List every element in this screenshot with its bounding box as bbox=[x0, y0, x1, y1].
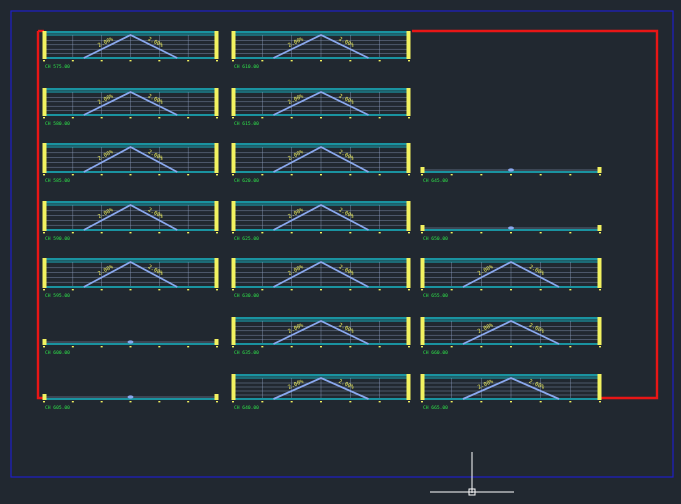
drawing-canvas[interactable]: 2.00% 2.00%CH 575.00 2.00% 2.00%CH 580.00 2.… bbox=[0, 0, 681, 504]
section-caption: CH 645.00 bbox=[423, 178, 448, 184]
section-9: 2.00% 2.00%CH 620.00 bbox=[231, 143, 411, 184]
section-caption: CH 605.00 bbox=[45, 405, 70, 411]
road-profile bbox=[508, 168, 514, 172]
section-11: 2.00% 2.00%CH 630.00 bbox=[231, 258, 411, 299]
section-caption: CH 580.00 bbox=[45, 121, 70, 127]
section-caption: CH 655.00 bbox=[423, 293, 448, 299]
section-caption: CH 595.00 bbox=[45, 293, 70, 299]
boundary-right bbox=[412, 29, 659, 400]
section-1: 2.00% 2.00%CH 580.00 bbox=[42, 88, 219, 127]
crosshair-cursor bbox=[430, 452, 514, 496]
section-6: CH 605.00 bbox=[42, 394, 219, 411]
road-profile bbox=[508, 226, 514, 230]
section-caption: CH 600.00 bbox=[45, 350, 70, 356]
section-8: 2.00% 2.00%CH 615.00 bbox=[231, 88, 411, 127]
section-caption: CH 635.00 bbox=[234, 350, 259, 356]
section-7: 2.00% 2.00%CH 610.00 bbox=[231, 31, 411, 70]
section-caption: CH 610.00 bbox=[234, 64, 259, 70]
section-0: 2.00% 2.00%CH 575.00 bbox=[42, 31, 219, 70]
road-profile bbox=[127, 395, 134, 399]
cross-sections: 2.00% 2.00%CH 575.00 2.00% 2.00%CH 580.00 2.… bbox=[42, 31, 602, 411]
section-caption: CH 620.00 bbox=[234, 178, 259, 184]
section-5: CH 600.00 bbox=[42, 339, 219, 356]
section-16: 2.00% 2.00%CH 655.00 bbox=[420, 258, 602, 299]
section-caption: CH 630.00 bbox=[234, 293, 259, 299]
section-13: 2.00% 2.00%CH 640.00 bbox=[231, 374, 411, 411]
section-caption: CH 585.00 bbox=[45, 178, 70, 184]
section-caption: CH 640.00 bbox=[234, 405, 259, 411]
section-10: 2.00% 2.00%CH 625.00 bbox=[231, 201, 411, 242]
outer-frame bbox=[10, 10, 674, 478]
section-18: 2.00% 2.00%CH 665.00 bbox=[420, 374, 602, 411]
section-caption: CH 590.00 bbox=[45, 236, 70, 242]
section-caption: CH 650.00 bbox=[423, 236, 448, 242]
section-14: CH 645.00 bbox=[420, 167, 602, 184]
section-caption: CH 575.00 bbox=[45, 64, 70, 70]
section-3: 2.00% 2.00%CH 590.00 bbox=[42, 201, 219, 242]
section-caption: CH 615.00 bbox=[234, 121, 259, 127]
section-15: CH 650.00 bbox=[420, 225, 602, 242]
section-caption: CH 625.00 bbox=[234, 236, 259, 242]
section-2: 2.00% 2.00%CH 585.00 bbox=[42, 143, 219, 184]
section-12: 2.00% 2.00%CH 635.00 bbox=[231, 317, 411, 356]
section-4: 2.00% 2.00%CH 595.00 bbox=[42, 258, 219, 299]
road-profile bbox=[127, 340, 134, 344]
section-17: 2.00% 2.00%CH 660.00 bbox=[420, 317, 602, 356]
section-caption: CH 660.00 bbox=[423, 350, 448, 356]
section-caption: CH 665.00 bbox=[423, 405, 448, 411]
